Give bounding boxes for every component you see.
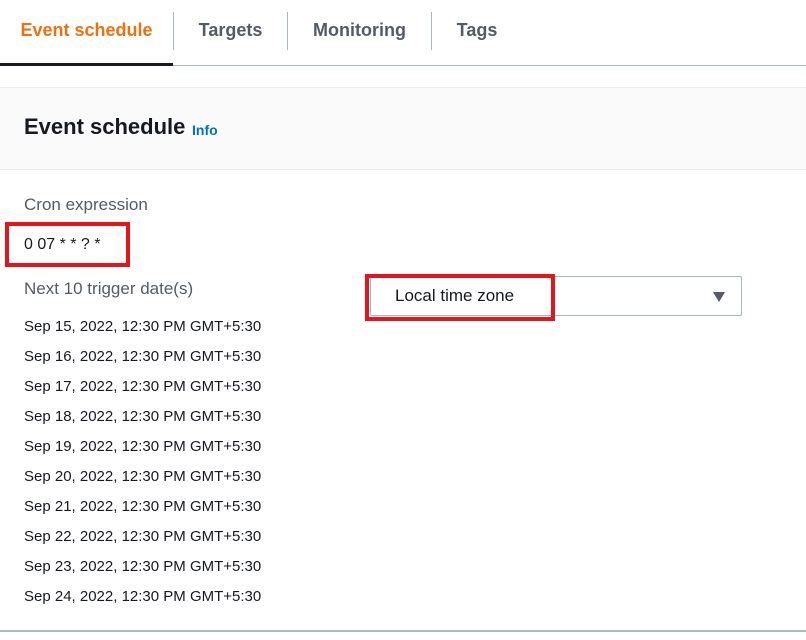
trigger-date-item: Sep 20, 2022, 12:30 PM GMT+5:30 — [24, 468, 262, 485]
trigger-date-item: Sep 24, 2022, 12:30 PM GMT+5:30 — [24, 588, 262, 605]
tab-event-schedule[interactable]: Event schedule — [0, 0, 173, 66]
info-link[interactable]: Info — [192, 122, 218, 138]
trigger-dates-list: Sep 15, 2022, 12:30 PM GMT+5:30 Sep 16, … — [24, 317, 261, 617]
tab-bar: Event schedule Targets Monitoring Tags — [0, 0, 806, 66]
trigger-date-item: Sep 21, 2022, 12:30 PM GMT+5:30 — [24, 498, 262, 515]
trigger-date-item: Sep 19, 2022, 12:30 PM GMT+5:30 — [24, 438, 262, 455]
trigger-date-item: Sep 16, 2022, 12:30 PM GMT+5:30 — [24, 348, 262, 365]
trigger-date-item: Sep 18, 2022, 12:30 PM GMT+5:30 — [24, 408, 262, 425]
tab-targets[interactable]: Targets — [174, 0, 287, 62]
trigger-date-item: Sep 22, 2022, 12:30 PM GMT+5:30 — [24, 528, 262, 545]
cron-expression-label: Cron expression — [24, 195, 148, 214]
timezone-highlight-box — [365, 274, 555, 321]
panel-header: Event schedule Info — [0, 88, 806, 170]
tab-tags[interactable]: Tags — [432, 0, 522, 62]
tab-monitoring[interactable]: Monitoring — [288, 0, 431, 62]
trigger-date-item: Sep 23, 2022, 12:30 PM GMT+5:30 — [24, 558, 262, 575]
trigger-date-item: Sep 17, 2022, 12:30 PM GMT+5:30 — [24, 378, 262, 395]
trigger-date-item: Sep 15, 2022, 12:30 PM GMT+5:30 — [24, 318, 262, 335]
cron-highlight-box — [5, 222, 130, 267]
trigger-dates-label: Next 10 trigger date(s) — [24, 279, 194, 298]
event-schedule-panel: Event schedule Info Cron expression 0 07… — [0, 87, 806, 632]
panel-title: Event schedule — [24, 114, 186, 139]
caret-down-icon — [713, 292, 725, 302]
